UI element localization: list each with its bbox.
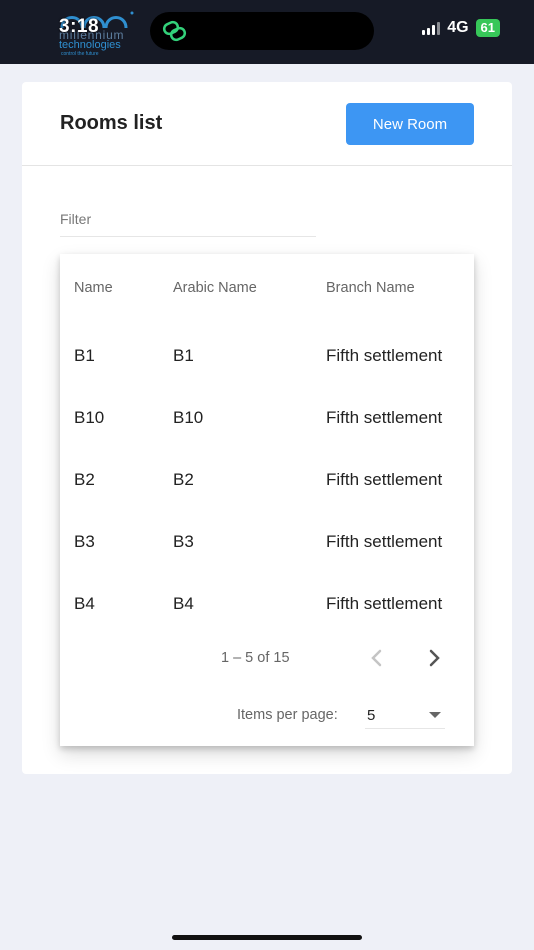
cell-branch-name: Fifth settlement	[326, 408, 443, 427]
status-bar: millennium technologies control the futu…	[0, 0, 534, 64]
logo-brand-line2: technologies	[59, 39, 121, 51]
network-type: 4G	[447, 19, 469, 36]
column-header-name[interactable]: Name	[74, 280, 113, 296]
status-time: 3:18	[59, 16, 100, 37]
column-header-branch-name[interactable]: Branch Name	[326, 280, 415, 296]
cell-name: B10	[74, 408, 105, 427]
rooms-table: Name Arabic Name Branch Name B1 B1 Fifth…	[60, 254, 474, 746]
dynamic-island	[150, 12, 374, 50]
items-per-page-select[interactable]: 5	[365, 701, 445, 729]
filter-field[interactable]	[60, 211, 316, 237]
signal-icon	[422, 21, 441, 35]
rooms-card: Rooms list New Room Name Arabic Name Bra…	[22, 82, 512, 774]
status-indicators: 4G 61	[422, 19, 500, 37]
items-per-page-label: Items per page:	[237, 707, 338, 723]
cell-name: B2	[74, 470, 95, 489]
cell-name: B3	[74, 532, 95, 551]
items-per-page-value: 5	[367, 707, 376, 724]
paginator-range: 1 – 5 of 15	[221, 650, 290, 666]
new-room-button[interactable]: New Room	[346, 103, 474, 145]
chevron-left-icon	[371, 649, 382, 667]
cell-name: B1	[74, 346, 95, 365]
company-logo: millennium technologies control the futu…	[56, 8, 146, 58]
cell-branch-name: Fifth settlement	[326, 532, 443, 551]
cell-arabic-name: B4	[173, 594, 194, 613]
caret-down-icon	[429, 712, 441, 718]
logo-tagline: control the future	[61, 51, 99, 57]
previous-page-button[interactable]	[365, 646, 389, 670]
next-page-button[interactable]	[422, 646, 446, 670]
cell-arabic-name: B2	[173, 470, 194, 489]
page-title: Rooms list	[60, 112, 163, 134]
cell-branch-name: Fifth settlement	[326, 594, 443, 613]
card-header: Rooms list New Room	[22, 82, 512, 166]
battery-icon: 61	[475, 19, 500, 37]
home-indicator[interactable]	[172, 935, 362, 940]
cell-arabic-name: B1	[173, 346, 194, 365]
cell-name: B4	[74, 594, 95, 613]
column-header-arabic-name[interactable]: Arabic Name	[173, 280, 257, 296]
link-chain-icon	[162, 20, 187, 42]
filter-input[interactable]	[60, 211, 316, 227]
cell-arabic-name: B3	[173, 532, 194, 551]
cell-arabic-name: B10	[173, 408, 204, 427]
cell-branch-name: Fifth settlement	[326, 470, 443, 489]
chevron-right-icon	[429, 649, 440, 667]
cell-branch-name: Fifth settlement	[326, 346, 443, 365]
